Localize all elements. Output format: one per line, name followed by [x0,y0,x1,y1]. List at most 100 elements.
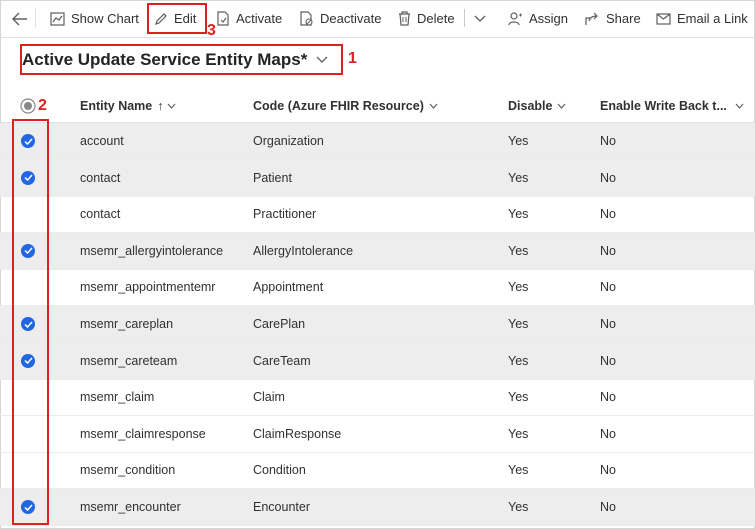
cell-entity-name[interactable]: account [80,123,124,159]
back-arrow-icon [12,12,27,25]
email-link-label: Email a Link [677,11,748,26]
cell-disable: Yes [508,207,529,222]
command-bar: Show Chart Edit Activate Deactivate Dele… [0,0,755,38]
annotation-number-1: 1 [348,50,357,67]
cell-write-back: No [600,280,616,295]
cell-code: Encounter [253,500,310,514]
column-header-write-back[interactable]: Enable Write Back t... [600,90,744,122]
cell-write-back: No [600,353,616,368]
column-header-code[interactable]: Code (Azure FHIR Resource) [253,90,438,122]
chevron-down-icon [474,15,486,22]
annotation-box-selection [12,119,49,525]
chevron-down-icon [735,103,744,109]
cell-entity-name[interactable]: msemr_appointmentemr [80,269,215,305]
cell-code: Practitioner [253,207,317,222]
column-header-disable[interactable]: Disable [508,90,566,122]
select-all-radio[interactable] [20,90,36,122]
table-row[interactable]: contact Patient Yes No [0,159,755,197]
cell-write-back: No [600,243,616,258]
cell-code: CarePlan [253,317,306,331]
cell-disable: Yes [508,426,529,441]
table-row[interactable]: msemr_encounter Encounter Yes No [0,489,755,526]
activate-icon [217,11,229,26]
cell-disable: Yes [508,463,529,478]
toolbar-divider [464,9,465,27]
delete-button[interactable]: Delete [398,0,455,37]
cell-write-back: No [600,170,616,185]
annotation-box-view-title [20,44,343,75]
table-row[interactable]: msemr_condition Condition Yes No [0,452,755,490]
cell-code: Patient [253,170,292,185]
trash-icon [399,11,410,26]
cell-entity-name[interactable]: msemr_claimresponse [80,416,206,452]
cell-write-back: No [600,463,616,478]
cell-write-back: No [600,317,616,331]
cell-code: Condition [253,463,306,478]
cell-code: AllergyIntolerance [253,243,354,258]
cell-entity-name[interactable]: contact [80,160,120,196]
annotation-number-2: 2 [38,97,47,114]
cell-code: Claim [253,390,285,405]
cell-disable: Yes [508,390,529,405]
deactivate-label: Deactivate [320,11,382,26]
deactivate-button[interactable]: Deactivate [299,0,381,37]
cell-write-back: No [600,134,616,148]
table-row[interactable]: contact Practitioner Yes No [0,196,755,234]
table-row[interactable]: msemr_careteam CareTeam Yes No [0,342,755,380]
table-row[interactable]: msemr_appointmentemr Appointment Yes No [0,269,755,307]
cell-write-back: No [600,207,616,222]
grid-header: Entity Name ↑ Code (Azure FHIR Resource)… [0,90,755,123]
cell-code: Appointment [253,280,324,295]
column-label: Code (Azure FHIR Resource) [253,99,424,113]
cell-entity-name[interactable]: msemr_condition [80,452,175,488]
cell-disable: Yes [508,280,529,295]
cell-entity-name[interactable]: msemr_encounter [80,489,181,525]
share-icon [585,12,598,25]
cell-disable: Yes [508,353,529,368]
cell-entity-name[interactable]: msemr_allergyintolerance [80,233,223,269]
chevron-down-icon [167,103,175,109]
toolbar-divider [35,8,36,28]
show-chart-button[interactable]: Show Chart [50,0,139,37]
show-chart-label: Show Chart [71,11,139,26]
cell-entity-name[interactable]: msemr_careplan [80,306,173,342]
chevron-down-icon [429,103,438,109]
assign-button[interactable]: Assign [508,0,568,37]
table-row[interactable]: msemr_careplan CarePlan Yes No [0,306,755,343]
chevron-down-icon [558,103,566,109]
cell-disable: Yes [508,134,529,148]
share-label: Share [606,11,641,26]
back-button[interactable] [12,0,34,37]
cell-write-back: No [600,500,616,514]
sort-ascending-icon: ↑ [157,99,164,113]
cell-disable: Yes [508,317,529,331]
annotation-number-3: 3 [207,22,216,39]
table-row[interactable]: account Organization Yes No [0,123,755,160]
cell-write-back: No [600,390,616,405]
select-all-icon [20,98,36,114]
assign-label: Assign [529,11,569,26]
table-row[interactable]: msemr_claim Claim Yes No [0,379,755,417]
deactivate-icon [300,11,313,26]
person-icon [508,12,522,26]
cell-disable: Yes [508,170,529,185]
column-label: Disable [508,99,553,113]
column-label: Enable Write Back t... [600,99,727,113]
cell-disable: Yes [508,243,529,258]
cell-code: Organization [253,134,324,148]
activate-button[interactable]: Activate [216,0,282,37]
email-link-button[interactable]: Email a Link [656,0,748,37]
cell-entity-name[interactable]: msemr_careteam [80,343,177,379]
email-icon [656,12,671,25]
table-row[interactable]: msemr_allergyintolerance AllergyIntoleran… [0,232,755,270]
cell-write-back: No [600,426,616,441]
more-commands-button[interactable] [474,0,492,37]
share-button[interactable]: Share [585,0,641,37]
table-row[interactable]: msemr_claimresponse ClaimResponse Yes No [0,416,755,453]
column-header-entity-name[interactable]: Entity Name ↑ [80,90,176,122]
chart-icon [50,11,65,26]
cell-entity-name[interactable]: msemr_claim [80,379,154,415]
column-label: Entity Name [80,99,153,113]
cell-entity-name[interactable]: contact [80,196,120,232]
cell-code: ClaimResponse [253,426,342,441]
